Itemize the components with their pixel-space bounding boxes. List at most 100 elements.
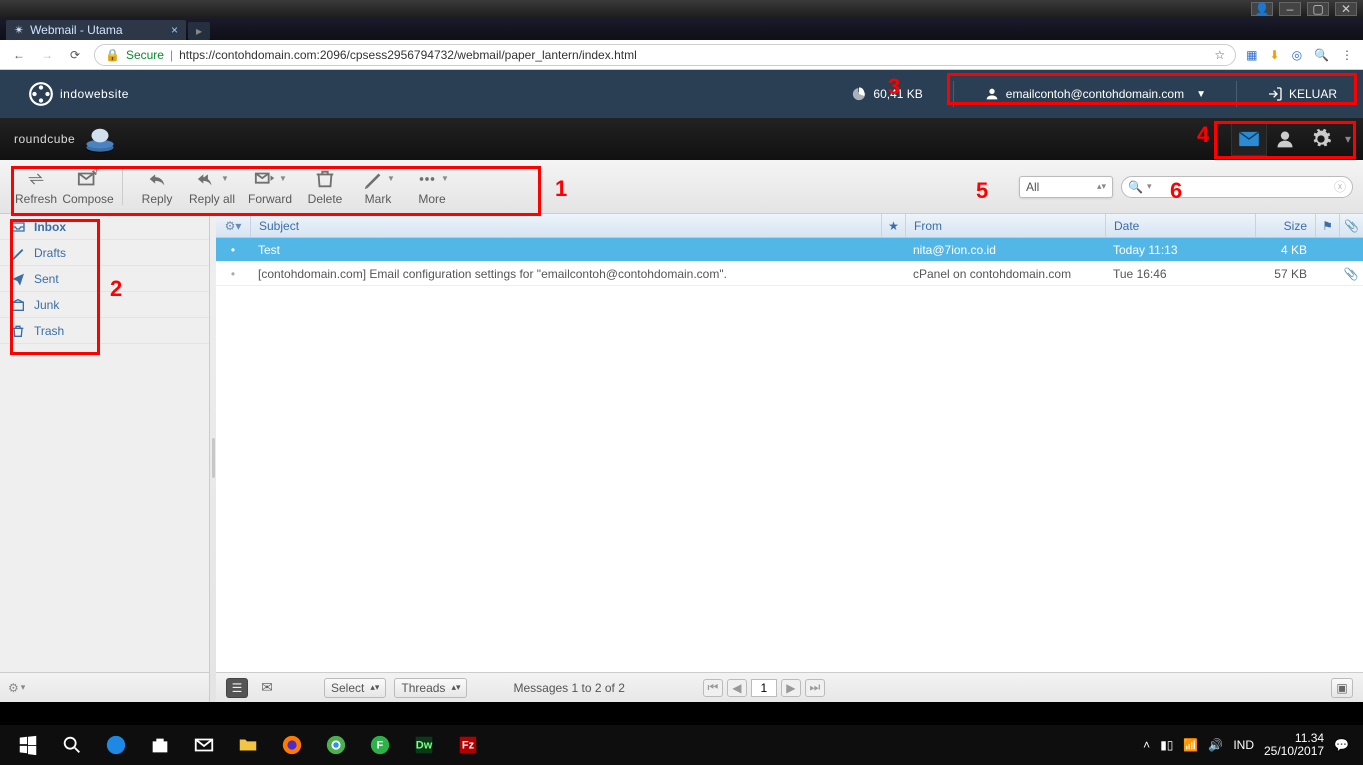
browser-address-bar: ← → ⟳ 🔒 Secure | https://contohdomain.co… xyxy=(0,40,1363,70)
filezilla-button[interactable]: Fz xyxy=(446,725,490,765)
app-f-button[interactable]: F xyxy=(358,725,402,765)
threads-menu[interactable]: Threads ▴▾ xyxy=(394,678,467,698)
annotation-label-6: 6 xyxy=(1170,178,1182,204)
msg-from: cPanel on contohdomain.com xyxy=(905,262,1105,285)
message-count: Messages 1 to 2 of 2 xyxy=(513,681,624,695)
msg-star[interactable] xyxy=(881,238,905,261)
minimize-icon[interactable]: – xyxy=(1279,2,1301,16)
menu-icon[interactable]: ⋮ xyxy=(1341,48,1353,62)
browser-tabs: ✴ Webmail - Utama × ▸ xyxy=(0,18,1363,40)
annotation-label-2: 2 xyxy=(110,276,122,302)
list-view-button[interactable]: ☰ xyxy=(226,678,248,698)
msg-date: Today 11:13 xyxy=(1105,238,1255,261)
annotation-label-4: 4 xyxy=(1197,122,1209,148)
chevron-down-icon: ▾ xyxy=(21,682,26,693)
start-button[interactable] xyxy=(6,725,50,765)
maximize-icon[interactable]: ▢ xyxy=(1307,2,1329,16)
browser-tab[interactable]: ✴ Webmail - Utama × xyxy=(6,20,186,40)
system-tray: ˄ ▮▯ 📶 🔊 IND 11.34 25/10/2017 💬 xyxy=(1135,732,1357,758)
notifications-icon[interactable]: 💬 xyxy=(1334,738,1349,752)
svg-text:F: F xyxy=(377,740,384,752)
dw-icon: Dw xyxy=(413,734,435,756)
ext3-icon[interactable]: ◎ xyxy=(1292,48,1302,62)
updown-icon: ▴▾ xyxy=(370,682,379,693)
col-star[interactable]: ★ xyxy=(881,214,905,237)
edge-icon xyxy=(105,734,127,756)
wifi-icon[interactable]: 📶 xyxy=(1183,738,1198,752)
user-icon[interactable]: 👤 xyxy=(1251,2,1273,16)
firefox-icon xyxy=(281,734,303,756)
message-row[interactable]: •Testnita@7ion.co.idToday 11:134 KB xyxy=(216,238,1363,262)
store-icon xyxy=(149,734,171,756)
col-subject[interactable]: Subject xyxy=(250,214,881,237)
expand-preview-button[interactable]: ▣ xyxy=(1331,678,1353,698)
annotation-label-3: 3 xyxy=(888,74,900,100)
search-taskbar-button[interactable] xyxy=(50,725,94,765)
page-input[interactable] xyxy=(751,679,777,697)
ext1-icon[interactable]: ▦ xyxy=(1246,48,1257,62)
tab-close-icon[interactable]: × xyxy=(171,23,178,37)
tray-up-icon[interactable]: ˄ xyxy=(1143,738,1150,752)
first-page-button[interactable]: ⏮ xyxy=(703,679,723,697)
next-page-button[interactable]: ▶ xyxy=(781,679,801,697)
new-tab-button[interactable]: ▸ xyxy=(188,22,210,40)
msg-attachment-icon: 📎 xyxy=(1339,262,1363,285)
column-header: ⚙▾ Subject ★ From Date Size ⚑ 📎 xyxy=(216,214,1363,238)
dreamweaver-button[interactable]: Dw xyxy=(402,725,446,765)
search-chevron-icon[interactable]: ▾ xyxy=(1147,181,1152,192)
filter-select[interactable]: All ▴▾ xyxy=(1019,176,1113,198)
battery-icon[interactable]: ▮▯ xyxy=(1160,738,1173,752)
col-attachment[interactable]: 📎 xyxy=(1339,214,1363,237)
clear-search-icon[interactable]: ⓧ xyxy=(1334,178,1346,195)
last-page-button[interactable]: ⏭ xyxy=(805,679,825,697)
msg-flag[interactable] xyxy=(1315,262,1339,285)
select-menu[interactable]: Select ▴▾ xyxy=(324,678,386,698)
annotation-box-3 xyxy=(947,73,1357,105)
volume-icon[interactable]: 🔊 xyxy=(1208,738,1223,752)
msg-date: Tue 16:46 xyxy=(1105,262,1255,285)
url-text: https://contohdomain.com:2096/cpsess2956… xyxy=(179,48,637,62)
star-icon[interactable]: ☆ xyxy=(1214,48,1225,62)
star-icon: ★ xyxy=(888,219,899,233)
updown-icon: ▴▾ xyxy=(1097,181,1106,192)
chrome-button[interactable] xyxy=(314,725,358,765)
search-input[interactable]: 🔍 ▾ ⓧ xyxy=(1121,176,1353,198)
status-bar: ☰ ✉ Select ▴▾ Threads ▴▾ Messages 1 to 2… xyxy=(216,672,1363,702)
tab-favicon-icon: ✴ xyxy=(14,23,24,37)
message-row[interactable]: •[contohdomain.com] Email configuration … xyxy=(216,262,1363,286)
main-split: Inbox Drafts Sent Junk Trash ⚙ ▾ xyxy=(0,214,1363,702)
msg-size: 57 KB xyxy=(1255,262,1315,285)
message-pane: ⚙▾ Subject ★ From Date Size ⚑ 📎 •Testnit… xyxy=(216,214,1363,702)
column-gear-button[interactable]: ⚙▾ xyxy=(216,219,250,233)
url-field[interactable]: 🔒 Secure | https://contohdomain.com:2096… xyxy=(94,44,1236,66)
prev-page-button[interactable]: ◀ xyxy=(727,679,747,697)
toggle-preview-button[interactable]: ✉ xyxy=(256,678,278,698)
reload-icon[interactable]: ⟳ xyxy=(66,46,84,64)
msg-attachment-icon xyxy=(1339,238,1363,261)
close-icon[interactable]: ✕ xyxy=(1335,2,1357,16)
firefox-button[interactable] xyxy=(270,725,314,765)
msg-flag[interactable] xyxy=(1315,238,1339,261)
col-flag[interactable]: ⚑ xyxy=(1315,214,1339,237)
search-icon: 🔍 xyxy=(1128,180,1143,194)
edge-button[interactable] xyxy=(94,725,138,765)
ext4-icon[interactable]: 🔍 xyxy=(1314,48,1329,62)
folder-settings-button[interactable]: ⚙ ▾ xyxy=(0,672,209,702)
msg-star[interactable] xyxy=(881,262,905,285)
explorer-button[interactable] xyxy=(226,725,270,765)
store-button[interactable] xyxy=(138,725,182,765)
col-date[interactable]: Date xyxy=(1105,214,1255,237)
annotation-label-5: 5 xyxy=(976,178,988,204)
back-icon[interactable]: ← xyxy=(10,46,28,64)
msg-subject: Test xyxy=(250,238,881,261)
ext2-icon[interactable]: ⬇ xyxy=(1270,48,1280,62)
col-from[interactable]: From xyxy=(905,214,1105,237)
mail-app-button[interactable] xyxy=(182,725,226,765)
language-indicator[interactable]: IND xyxy=(1233,738,1254,752)
roundcube-logo: roundcube xyxy=(14,125,117,153)
annotation-box-1 xyxy=(11,166,541,216)
read-status-icon: • xyxy=(216,238,250,261)
svg-text:Dw: Dw xyxy=(416,740,433,752)
clock[interactable]: 11.34 25/10/2017 xyxy=(1264,732,1324,758)
col-size[interactable]: Size xyxy=(1255,214,1315,237)
